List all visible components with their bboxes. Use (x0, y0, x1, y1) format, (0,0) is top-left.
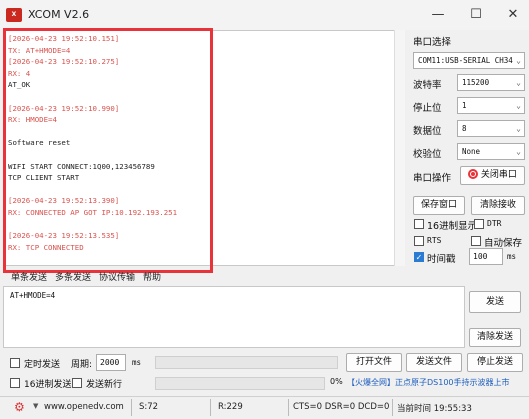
period-unit: ms (132, 358, 142, 367)
receive-scrollbar[interactable] (394, 30, 405, 266)
timed-send-label: 定时发送 (24, 360, 61, 370)
data-bits-select[interactable]: 8 ⌄ (457, 120, 525, 137)
send-file-button[interactable]: 发送文件 (406, 353, 462, 372)
send-text-area[interactable]: AT+HMODE=4 (3, 286, 465, 348)
chevron-down-icon: ⌄ (516, 101, 521, 110)
status-divider (131, 399, 132, 416)
clear-receive-button[interactable]: 清除接收 (471, 196, 525, 215)
chevron-down-icon: ⌄ (516, 56, 521, 65)
data-bits-value: 8 (462, 124, 467, 133)
tab-multi-send[interactable]: 多条发送 (55, 270, 91, 283)
record-icon (468, 169, 479, 179)
website-link[interactable]: www.openedv.com (44, 402, 124, 412)
window-title: XCOM V2.6 (28, 8, 90, 21)
port-select-label: 串口选择 (413, 37, 452, 48)
parity-value: None (462, 147, 481, 156)
timestamp-label: 时间戳 (427, 254, 456, 265)
app-logo-icon: X (6, 8, 22, 22)
close-port-button[interactable]: 关闭串口 (460, 166, 525, 185)
stop-bits-label: 停止位 (413, 103, 442, 114)
send-text: AT+HMODE=4 (10, 291, 56, 300)
current-time: 当前时间 19:55:33 (397, 404, 472, 414)
port-select-value: COM11:USB-SERIAL CH34 (418, 56, 513, 65)
stop-bits-value: 1 (462, 101, 467, 110)
status-divider (210, 399, 211, 416)
close-port-label: 关闭串口 (480, 170, 517, 180)
parity-label: 校验位 (413, 149, 442, 160)
baud-select-value: 115200 (462, 78, 490, 87)
received-count: R:229 (218, 402, 243, 412)
maximize-button[interactable]: ☐ (456, 0, 496, 30)
chevron-down-icon: ⌄ (516, 147, 521, 156)
chevron-down-icon: ⌄ (516, 78, 521, 87)
hex-display-label: 16进制显示 (427, 221, 478, 232)
close-button[interactable]: ✕ (493, 0, 529, 30)
send-file-path (155, 356, 338, 369)
tab-protocol[interactable]: 协议传输 (99, 270, 135, 283)
hex-send-label: 16进制发送 (24, 380, 72, 390)
baud-label: 波特率 (413, 80, 442, 91)
save-window-button[interactable]: 保存窗口 (413, 196, 465, 215)
parity-select[interactable]: None ⌄ (457, 143, 525, 160)
timed-send-checkbox[interactable] (10, 358, 20, 368)
stop-send-button[interactable]: 停止发送 (467, 353, 523, 372)
dtr-checkbox[interactable] (474, 219, 484, 229)
timestamp-unit: ms (507, 252, 517, 261)
timestamp-checkbox[interactable]: ✓ (414, 252, 424, 262)
dtr-label: DTR (487, 219, 502, 228)
gear-icon[interactable]: ⚙ (14, 400, 25, 414)
data-bits-label: 数据位 (413, 126, 442, 137)
send-newline-checkbox[interactable] (72, 378, 82, 388)
modem-signals: CTS=0 DSR=0 DCD=0 (293, 402, 390, 412)
promo-link[interactable]: 【火爆全网】正点原子DS100手持示波器上市 (347, 377, 510, 388)
chevron-down-icon: ⌄ (516, 124, 521, 133)
auto-save-checkbox[interactable] (471, 236, 481, 246)
status-bar: ⚙ ▼ www.openedv.com S:72 R:229 CTS=0 DSR… (0, 396, 529, 419)
clear-send-button[interactable]: 清除发送 (469, 328, 521, 347)
status-divider (392, 399, 393, 416)
hex-display-checkbox[interactable] (414, 219, 424, 229)
tab-single-send[interactable]: 单条发送 (11, 270, 47, 283)
stop-bits-select[interactable]: 1 ⌄ (457, 97, 525, 114)
chevron-down-icon[interactable]: ▼ (33, 402, 38, 410)
period-label: 周期: (71, 360, 93, 370)
period-input[interactable]: 2000 (96, 354, 126, 371)
baud-select[interactable]: 115200 ⌄ (457, 74, 525, 91)
open-file-button[interactable]: 打开文件 (346, 353, 402, 372)
progress-percent: 0% (330, 377, 343, 386)
send-button[interactable]: 发送 (469, 291, 521, 313)
send-newline-label: 发送新行 (86, 380, 123, 390)
auto-save-label: 自动保存 (484, 238, 523, 249)
port-operation-label: 串口操作 (413, 173, 452, 184)
minimize-button[interactable]: — (418, 0, 458, 30)
rts-label: RTS (427, 236, 442, 245)
timestamp-input[interactable]: 100 (469, 248, 503, 265)
status-divider (288, 399, 289, 416)
tab-help[interactable]: 帮助 (143, 270, 161, 283)
port-select[interactable]: COM11:USB-SERIAL CH34 ⌄ (413, 52, 525, 69)
send-tabs: 单条发送 多条发送 协议传输 帮助 (3, 266, 405, 286)
sent-count: S:72 (139, 402, 159, 412)
highlight-box (3, 28, 213, 273)
rts-checkbox[interactable] (414, 236, 424, 246)
send-progress-bar (155, 377, 325, 390)
hex-send-checkbox[interactable] (10, 378, 20, 388)
